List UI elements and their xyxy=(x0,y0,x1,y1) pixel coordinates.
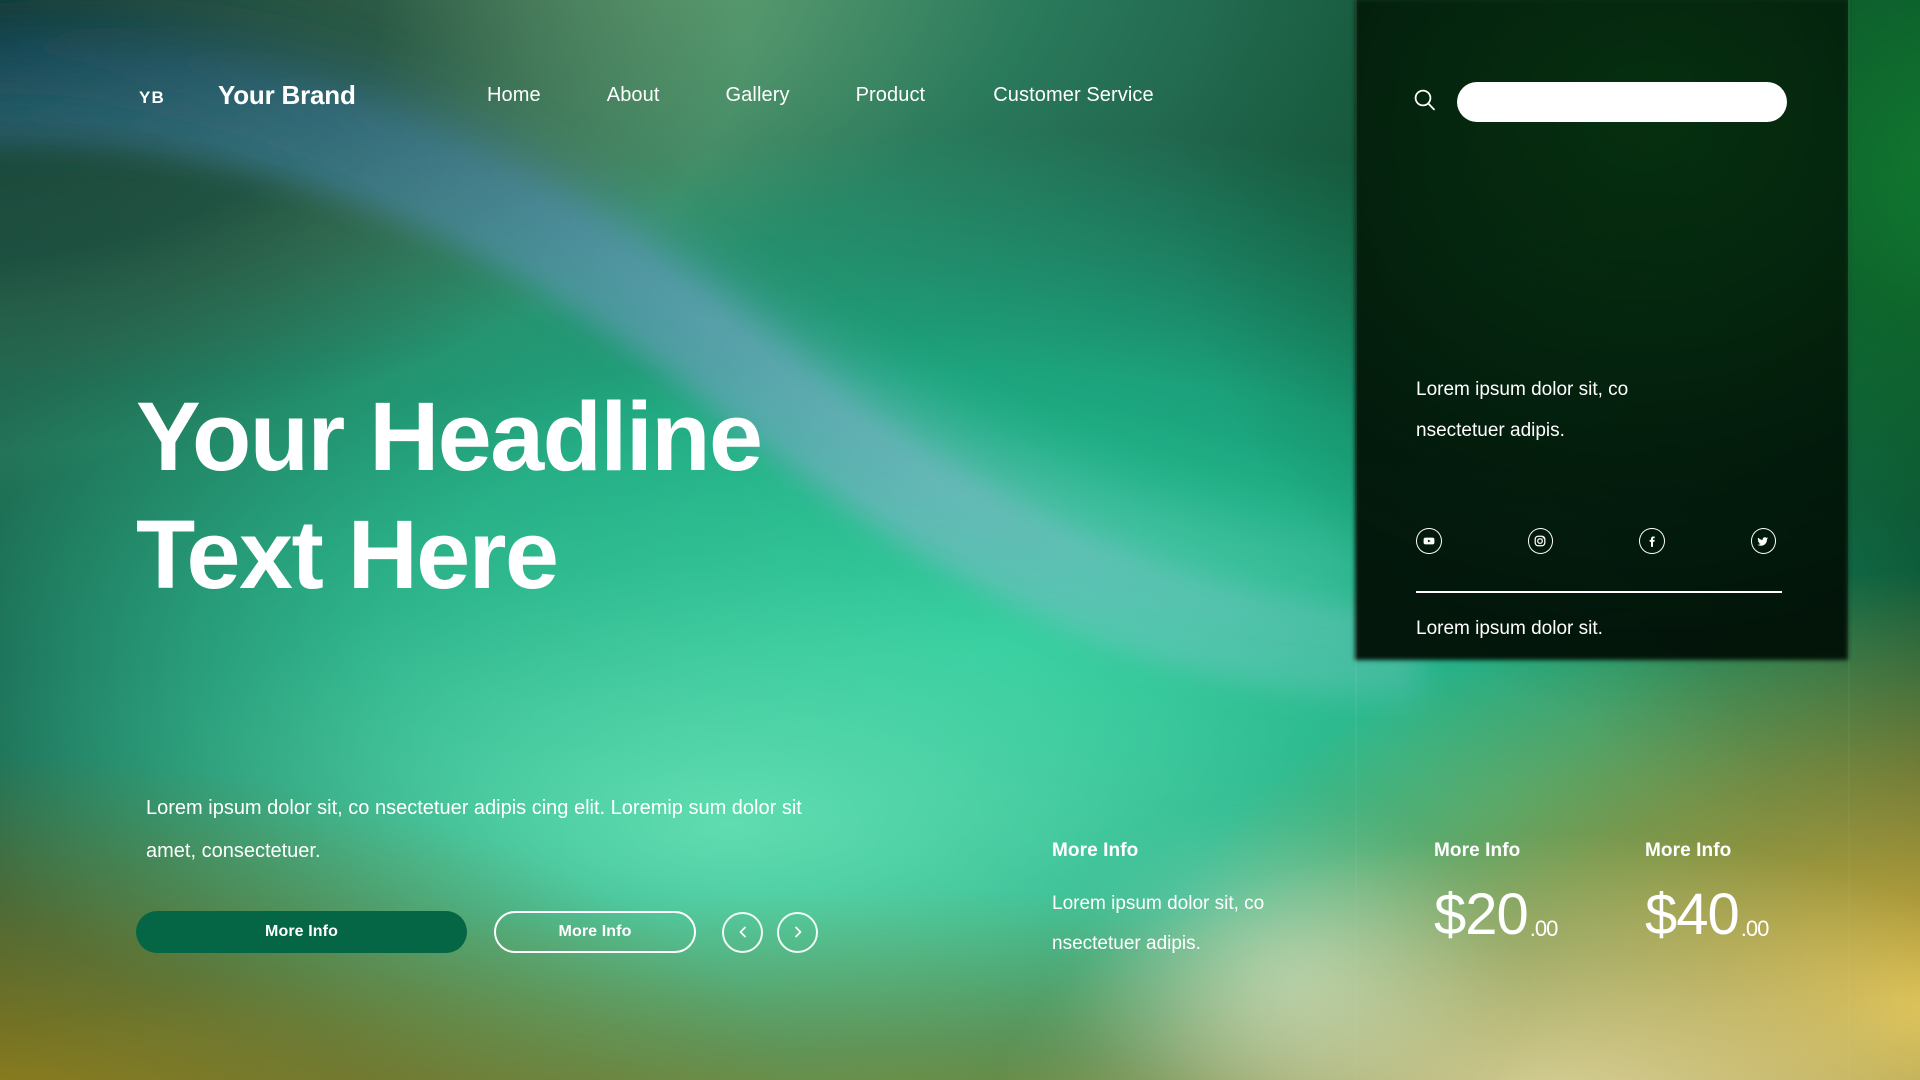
nav-item-about[interactable]: About xyxy=(607,84,660,107)
search-icon[interactable] xyxy=(1412,87,1438,113)
search-input[interactable] xyxy=(1457,82,1787,122)
youtube-icon[interactable] xyxy=(1416,528,1442,554)
twitter-icon[interactable] xyxy=(1750,528,1776,554)
carousel-prev-button[interactable] xyxy=(722,911,763,953)
brand-name[interactable]: Your Brand xyxy=(218,80,356,111)
price-card-1: More Info $20 .00 xyxy=(1434,840,1559,947)
price-card-2: More Info $40 .00 xyxy=(1645,840,1770,947)
instagram-icon[interactable] xyxy=(1527,528,1553,554)
middle-info-text: Lorem ipsum dolor sit, co nsectetuer adi… xyxy=(1052,893,1265,954)
facebook-icon[interactable] xyxy=(1639,528,1665,554)
nav-item-gallery[interactable]: Gallery xyxy=(726,84,790,107)
hero-paragraph: Lorem ipsum dolor sit, co nsectetuer adi… xyxy=(146,797,802,863)
page-headline: Your Headline Text Here xyxy=(136,378,1076,615)
logo-mark[interactable]: YB xyxy=(139,88,165,108)
right-panel-divider xyxy=(1416,591,1782,593)
nav-item-customer-service[interactable]: Customer Service xyxy=(993,84,1154,107)
price-card-2-title[interactable]: More Info xyxy=(1645,840,1768,862)
secondary-more-info-button[interactable]: More Info xyxy=(494,911,696,953)
headline-line-2: Text Here xyxy=(136,500,559,610)
nav-links: Home About Gallery Product Customer Serv… xyxy=(487,84,1154,107)
middle-info-title[interactable]: More Info xyxy=(1052,840,1352,862)
nav-item-home[interactable]: Home xyxy=(487,84,541,107)
price-card-1-price: $20 .00 xyxy=(1434,882,1559,947)
nav-item-product[interactable]: Product xyxy=(856,84,926,107)
social-links xyxy=(1416,528,1776,554)
price-card-1-title[interactable]: More Info xyxy=(1434,840,1557,862)
price-card-2-price: $40 .00 xyxy=(1645,882,1770,947)
price-card-2-amount: $40 xyxy=(1645,882,1740,947)
headline-line-1: Your Headline xyxy=(136,382,763,491)
price-card-2-cents: .00 xyxy=(1740,916,1770,941)
price-card-1-amount: $20 xyxy=(1434,882,1529,947)
right-panel-caption: Lorem ipsum dolor sit. xyxy=(1416,618,1603,639)
price-card-1-cents: .00 xyxy=(1529,916,1559,941)
middle-info-card: More Info Lorem ipsum dolor sit, co nsec… xyxy=(1052,840,1352,964)
primary-more-info-button[interactable]: More Info xyxy=(136,911,467,953)
right-panel-text: Lorem ipsum dolor sit, co nsectetuer adi… xyxy=(1416,379,1629,441)
top-navigation-bar: YB Your Brand Home About Gallery Product… xyxy=(0,0,1920,160)
carousel-next-button[interactable] xyxy=(777,911,818,953)
chevron-left-icon xyxy=(739,926,746,938)
chevron-right-icon xyxy=(794,926,801,938)
hero-actions: More Info More Info xyxy=(136,911,818,953)
